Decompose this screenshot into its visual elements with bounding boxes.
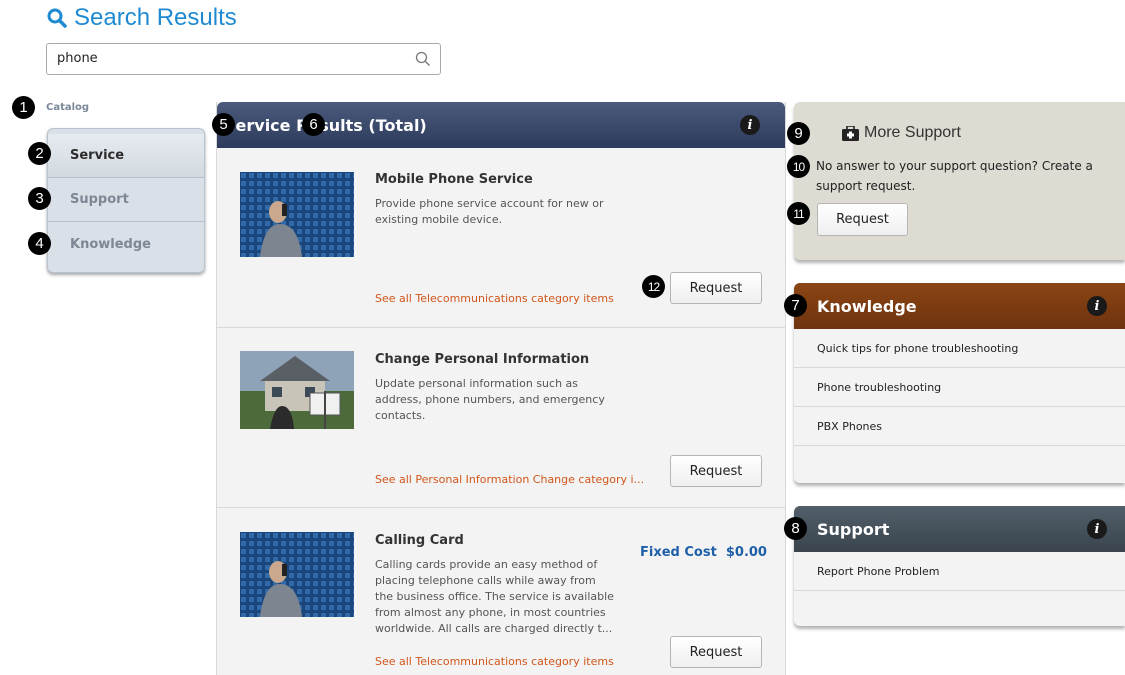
callout-marker: 8 bbox=[784, 517, 807, 540]
cost-value: $0.00 bbox=[725, 545, 767, 560]
nav-item-service[interactable]: Service bbox=[48, 134, 204, 178]
catalog-label: Catalog bbox=[46, 102, 90, 113]
knowledge-item[interactable]: PBX Phones bbox=[794, 407, 1125, 446]
category-link[interactable]: See all Telecommunications category item… bbox=[375, 292, 614, 305]
callout-marker: 9 bbox=[787, 122, 810, 145]
result-title[interactable]: Change Personal Information bbox=[375, 352, 589, 367]
callout-marker: 5 bbox=[212, 113, 235, 136]
request-button[interactable]: Request bbox=[670, 636, 762, 668]
result-item: Mobile Phone Service Provide phone servi… bbox=[217, 148, 785, 328]
result-title[interactable]: Mobile Phone Service bbox=[375, 172, 533, 187]
search-input[interactable] bbox=[57, 51, 407, 66]
result-description: Calling cards provide an easy method of … bbox=[375, 558, 614, 635]
callout-marker: 10 bbox=[787, 155, 810, 178]
result-item: Change Personal Information Update perso… bbox=[217, 328, 785, 508]
page-title: Search Results bbox=[47, 4, 237, 32]
more-support-title: More Support bbox=[842, 124, 961, 142]
support-card: Support i Report Phone Problem bbox=[794, 506, 1125, 626]
search-icon[interactable] bbox=[415, 51, 431, 67]
request-button[interactable]: Request bbox=[670, 272, 762, 304]
knowledge-item[interactable]: Quick tips for phone troubleshooting bbox=[794, 329, 1125, 368]
callout-marker: 11 bbox=[787, 202, 810, 225]
callout-marker: 1 bbox=[12, 96, 35, 119]
more-support-panel: More Support No answer to your support q… bbox=[794, 102, 1125, 260]
first-aid-kit-icon bbox=[842, 125, 859, 141]
category-link[interactable]: See all Telecommunications category item… bbox=[375, 655, 614, 668]
knowledge-header: Knowledge i bbox=[794, 283, 1125, 329]
catalog-nav: Service Support Knowledge bbox=[47, 128, 205, 273]
result-description: Provide phone service account for new or… bbox=[375, 197, 604, 226]
support-request-button[interactable]: Request bbox=[817, 203, 908, 236]
request-button[interactable]: Request bbox=[670, 455, 762, 487]
search-box bbox=[46, 43, 441, 75]
support-header: Support i bbox=[794, 506, 1125, 552]
knowledge-card: Knowledge i Quick tips for phone trouble… bbox=[794, 283, 1125, 483]
service-results-panel: Service Results (Total) i Mobile Phone S… bbox=[216, 102, 786, 675]
change-personal-information-image[interactable] bbox=[240, 351, 354, 436]
callout-marker: 7 bbox=[784, 294, 807, 317]
more-support-text: No answer to your support question? Crea… bbox=[816, 159, 1093, 193]
results-header-title: Service Results (Total) bbox=[224, 116, 427, 135]
cost-label: Fixed Cost $0.00 bbox=[640, 545, 767, 560]
result-description: Update personal information such as addr… bbox=[375, 377, 605, 422]
search-icon bbox=[47, 8, 67, 28]
calling-card-image[interactable] bbox=[240, 532, 354, 617]
more-support-title-text: More Support bbox=[864, 124, 961, 141]
page-title-text: Search Results bbox=[74, 4, 237, 31]
info-icon[interactable]: i bbox=[740, 115, 760, 135]
result-item: Calling Card Fixed Cost $0.00 Calling ca… bbox=[217, 508, 785, 675]
callout-marker: 3 bbox=[28, 187, 51, 210]
nav-item-knowledge[interactable]: Knowledge bbox=[48, 222, 204, 266]
callout-marker: 2 bbox=[28, 142, 51, 165]
knowledge-item[interactable]: Phone troubleshooting bbox=[794, 368, 1125, 407]
mobile-phone-service-image[interactable] bbox=[240, 172, 354, 257]
info-icon[interactable]: i bbox=[1087, 296, 1107, 316]
category-link[interactable]: See all Personal Information Change cate… bbox=[375, 473, 644, 486]
callout-marker: 4 bbox=[28, 232, 51, 255]
result-title[interactable]: Calling Card bbox=[375, 533, 464, 548]
knowledge-title: Knowledge bbox=[817, 297, 917, 316]
nav-item-support[interactable]: Support bbox=[48, 178, 204, 222]
support-item[interactable]: Report Phone Problem bbox=[794, 552, 1125, 591]
cost-type: Fixed Cost bbox=[640, 545, 717, 560]
callout-marker: 12 bbox=[642, 275, 665, 298]
info-icon[interactable]: i bbox=[1087, 519, 1107, 539]
callout-marker: 6 bbox=[302, 113, 325, 136]
support-title: Support bbox=[817, 520, 890, 539]
